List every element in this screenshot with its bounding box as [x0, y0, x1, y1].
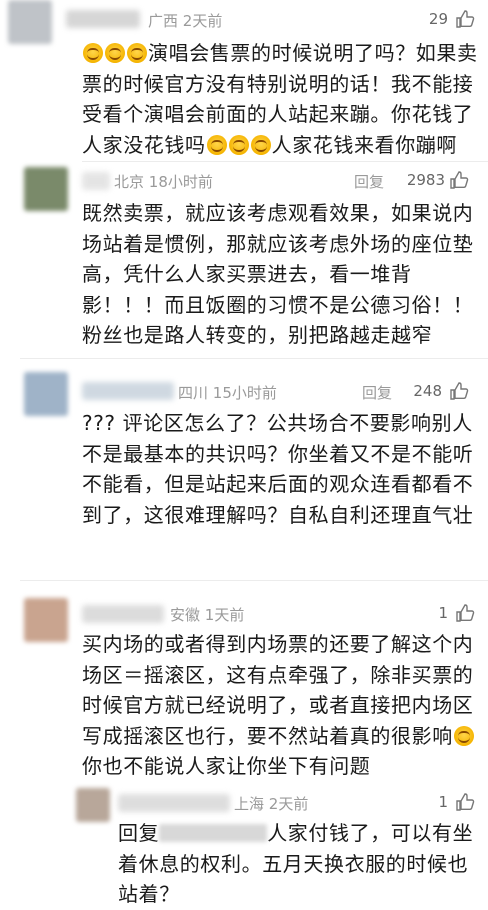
avatar[interactable] — [76, 788, 110, 822]
comment-meta: 广西 2天前 — [148, 10, 222, 31]
comment-meta: 安徽 1天前 — [170, 604, 244, 625]
comment-meta: 上海 2天前 — [234, 793, 308, 814]
avatar[interactable] — [24, 598, 68, 642]
like-count: 29 — [428, 10, 448, 28]
avatar[interactable] — [24, 372, 68, 416]
username-masked[interactable] — [118, 794, 230, 812]
like-count: 2983 — [406, 171, 445, 189]
avatar[interactable] — [8, 0, 52, 44]
laugh-emoji-icon — [228, 134, 249, 155]
comment-meta: 北京 18小时前 — [114, 171, 213, 192]
like-count: 248 — [413, 382, 442, 400]
thumbs-up-icon[interactable] — [455, 792, 475, 812]
comment-meta: 四川 15小时前 — [178, 382, 277, 403]
reply-item: 上海 2天前 1 回复 人家付钱了，可以有坐着休息的权利。五月天换衣服的时候也站着… — [0, 784, 488, 908]
laugh-emoji-icon — [83, 43, 103, 63]
comment-text: 演唱会售票的时候说明了吗？如果卖票的时候官方没有特别说明的话！我不能接受看个演唱… — [82, 41, 478, 157]
divider — [20, 358, 488, 359]
like-count: 1 — [438, 604, 448, 622]
laugh-emoji-icon — [105, 43, 125, 63]
username-masked[interactable] — [66, 10, 140, 28]
thumbs-up-icon[interactable] — [455, 603, 475, 623]
comment-text: 回复 人家付钱了，可以有坐着休息的权利。五月天换衣服的时候也站着？ — [118, 821, 474, 906]
location: 四川 — [178, 384, 209, 402]
reply-button[interactable]: 回复 — [354, 171, 384, 192]
timestamp: 2天前 — [182, 12, 223, 30]
comment-item: 广西 2天前 29 演唱会售票的时候说明了吗？如果卖票的时候官方没有特别说明的话… — [0, 0, 488, 162]
comment-text: ??? 评论区怎么了？公共场合不要影响别人不是最基本的共识吗？你坐着又不是不能听… — [82, 411, 474, 527]
divider — [20, 580, 488, 581]
mention-masked[interactable] — [159, 824, 268, 842]
reply-prefix: 回复 — [118, 821, 160, 845]
laugh-emoji-icon — [453, 725, 474, 746]
laugh-emoji-icon — [250, 134, 271, 155]
laugh-emoji-icon — [206, 134, 227, 155]
avatar[interactable] — [24, 167, 68, 211]
like-count: 1 — [438, 793, 448, 811]
location: 广西 — [148, 12, 179, 30]
comment-text: 既然卖票，就应该考虑观看效果，如果说内场站着是惯例，那就应该考虑外场的座位垫高，… — [82, 201, 474, 347]
location: 上海 — [234, 795, 265, 813]
thumbs-up-icon[interactable] — [449, 381, 469, 401]
comment-item: 安徽 1天前 1 买内场的或者得到内场票的还要了解这个内场区＝摇滚区，这有点牵强… — [0, 594, 488, 780]
timestamp: 18小时前 — [148, 173, 213, 191]
username-masked[interactable] — [82, 172, 110, 190]
comment-text: 买内场的或者得到内场票的还要了解这个内场区＝摇滚区，这有点牵强了，除非买票的时候… — [82, 632, 474, 778]
laugh-emoji-icon — [127, 43, 147, 63]
username-masked[interactable] — [82, 382, 174, 400]
location: 北京 — [114, 173, 145, 191]
timestamp: 15小时前 — [212, 384, 277, 402]
comment-item: 北京 18小时前 回复 2983 既然卖票，就应该考虑观看效果，如果说内场站着是… — [0, 162, 488, 358]
thumbs-up-icon[interactable] — [455, 9, 475, 29]
username-masked[interactable] — [82, 605, 164, 623]
thumbs-up-icon[interactable] — [449, 170, 469, 190]
timestamp: 2天前 — [268, 795, 309, 813]
comment-item: 四川 15小时前 回复 248 ??? 评论区怎么了？公共场合不要影响别人不是最… — [0, 370, 488, 580]
location: 安徽 — [170, 606, 201, 624]
timestamp: 1天前 — [204, 606, 245, 624]
